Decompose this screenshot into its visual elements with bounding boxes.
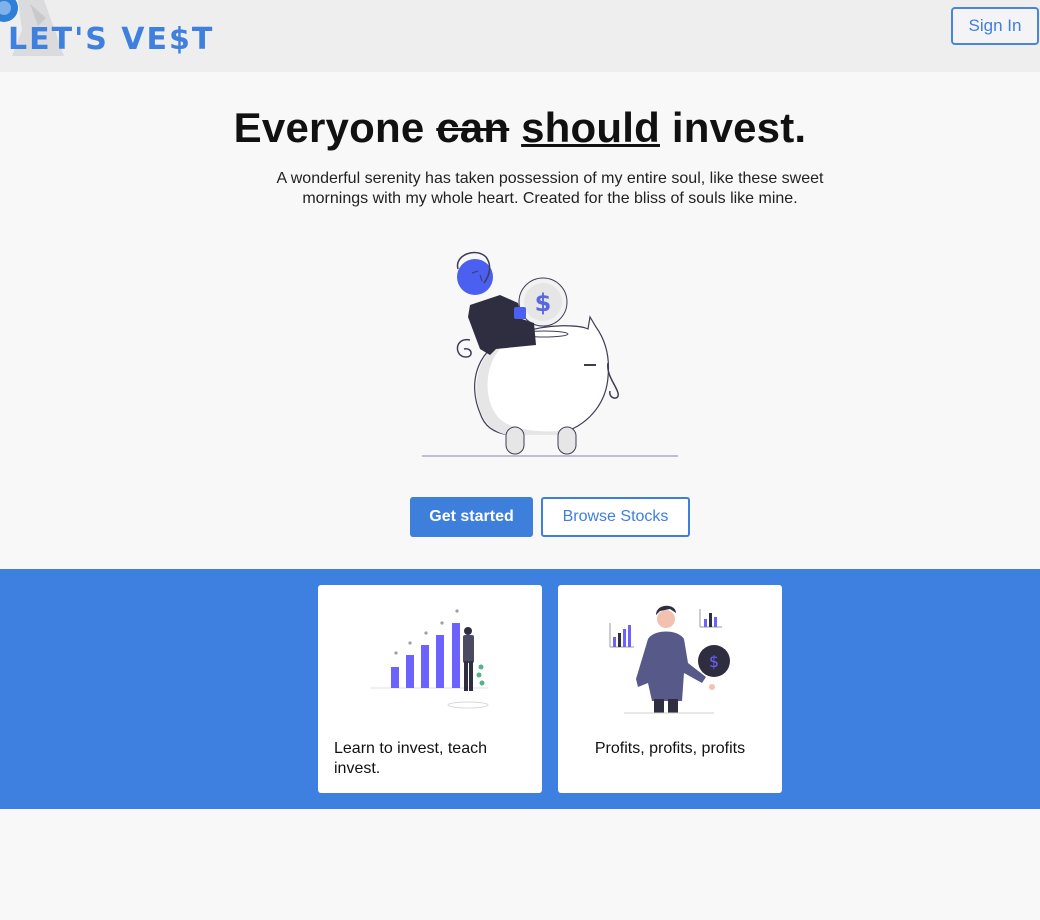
coin-dollar-icon: $ — [535, 289, 552, 317]
logo[interactable]: LET'S VE$T — [0, 0, 240, 72]
hero-subtitle: A wonderful serenity has taken possessio… — [276, 170, 824, 207]
investor-illustration: $ — [609, 605, 730, 714]
hero-title-part2: invest. — [671, 104, 807, 151]
get-started-button[interactable]: Get started — [410, 497, 533, 537]
sign-in-button[interactable]: Sign In — [951, 7, 1039, 45]
piggy-bank-illustration: $ — [422, 251, 678, 457]
hero-title: Everyone can should invest. — [0, 104, 1040, 152]
features-band: Learn to invest, teach invest. $ Profits… — [0, 569, 1040, 809]
feature-card-profits-text: Profits, profits, profits — [594, 740, 746, 757]
feature-card-learn[interactable]: Learn to invest, teach invest. — [318, 585, 542, 793]
hero-title-part1: Everyone — [233, 104, 425, 151]
feature-card-learn-text: Learn to invest, teach invest. — [334, 740, 487, 777]
hero-title-strike: can — [436, 104, 510, 151]
feature-card-profits[interactable]: $ Profits, profits, profits — [558, 585, 782, 793]
hero-title-underline: should — [521, 104, 660, 151]
logo-text: LET'S VE$T — [8, 22, 215, 57]
top-header: LET'S VE$T Sign In — [0, 0, 1040, 72]
browse-stocks-button[interactable]: Browse Stocks — [541, 497, 690, 537]
growth-chart-illustration — [370, 609, 489, 709]
coin-dollar-icon: $ — [709, 652, 719, 671]
